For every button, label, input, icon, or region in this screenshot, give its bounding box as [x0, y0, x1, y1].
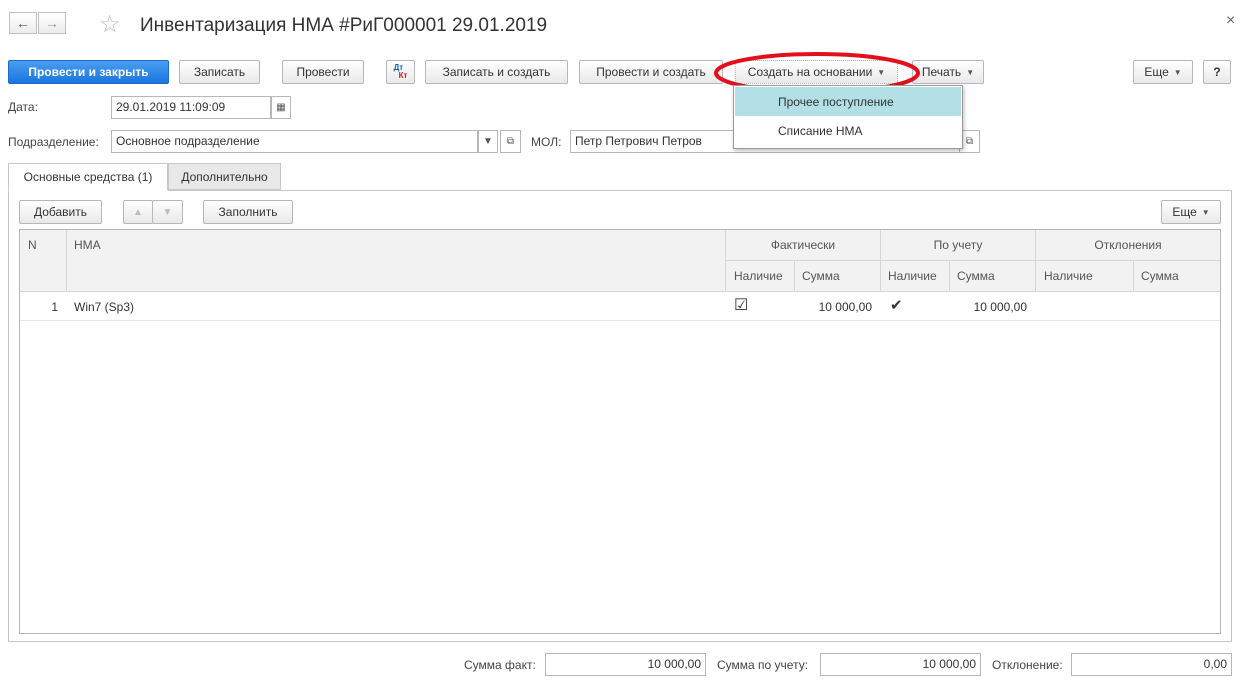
- sum-accounting-label: Сумма по учету:: [717, 658, 809, 672]
- move-up-button[interactable]: ▲: [123, 200, 153, 224]
- sum-fact-field: 10 000,00: [545, 653, 706, 676]
- date-label: Дата:: [8, 100, 38, 114]
- arrow-right-icon: →: [45, 15, 59, 31]
- create-based-on-menu: Прочее поступление Списание НМА: [733, 85, 963, 149]
- subheader-presence[interactable]: Наличие: [734, 269, 783, 283]
- tab-fixed-assets[interactable]: Основные средства (1): [8, 163, 168, 191]
- open-link-icon[interactable]: ⧉: [500, 130, 521, 153]
- arrow-left-icon: ←: [16, 15, 30, 31]
- dt-kt-button[interactable]: Дт Кт: [386, 60, 415, 84]
- move-down-button[interactable]: ▼: [152, 200, 183, 224]
- kt-label: Кт: [398, 71, 408, 80]
- row-number: 1: [51, 300, 58, 314]
- dropdown-arrow-icon[interactable]: ▼: [478, 130, 498, 153]
- save-and-create-button[interactable]: Записать и создать: [425, 60, 568, 84]
- row-actual-sum: 10 000,00: [818, 300, 872, 314]
- forward-button[interactable]: →: [38, 12, 66, 34]
- post-button[interactable]: Провести: [282, 60, 364, 84]
- row-divider: [20, 320, 1220, 321]
- favorite-star-icon[interactable]: ☆: [99, 10, 121, 39]
- save-button[interactable]: Записать: [179, 60, 260, 84]
- subheader-sum[interactable]: Сумма: [1141, 269, 1179, 283]
- division-label: Подразделение:: [8, 135, 99, 149]
- deviation-label: Отклонение:: [992, 658, 1063, 672]
- calendar-icon[interactable]: ▦: [271, 96, 291, 119]
- division-field[interactable]: Основное подразделение: [111, 130, 478, 153]
- mol-label: МОЛ:: [531, 135, 562, 149]
- col-header-deviations[interactable]: Отклонения: [1036, 238, 1220, 252]
- print-label: Печать: [921, 65, 962, 79]
- col-header-actual[interactable]: Фактически: [726, 238, 880, 252]
- dt-kt-icon: Дт Кт: [394, 64, 408, 80]
- subheader-presence[interactable]: Наличие: [1044, 269, 1093, 283]
- menu-item-label: Прочее поступление: [778, 95, 894, 109]
- caret-down-icon: ▼: [966, 67, 975, 77]
- row-acc-sum: 10 000,00: [973, 300, 1027, 314]
- col-header-n[interactable]: N: [28, 238, 37, 252]
- col-divider: [794, 261, 795, 291]
- arrow-up-icon: ▲: [133, 206, 143, 218]
- checkbox-checked-icon[interactable]: ☑: [734, 295, 748, 315]
- menu-item-label: Списание НМА: [778, 124, 863, 138]
- more-label: Еще: [1172, 205, 1197, 219]
- add-button[interactable]: Добавить: [19, 200, 102, 224]
- date-field[interactable]: 29.01.2019 11:09:09: [111, 96, 271, 119]
- caret-down-icon: ▼: [1201, 207, 1210, 217]
- col-divider: [66, 230, 67, 291]
- subheader-divider: [725, 260, 1220, 261]
- tab-additional[interactable]: Дополнительно: [168, 163, 281, 190]
- post-and-create-button[interactable]: Провести и создать: [579, 60, 723, 84]
- checkmark-icon: ✔: [890, 297, 903, 314]
- menu-item-other-receipt[interactable]: Прочее поступление: [735, 87, 961, 116]
- more-button[interactable]: Еще ▼: [1133, 60, 1193, 84]
- deviation-field: 0,00: [1071, 653, 1232, 676]
- fill-button[interactable]: Заполнить: [203, 200, 293, 224]
- sum-accounting-field: 10 000,00: [820, 653, 981, 676]
- page-title: Инвентаризация НМА #РиГ000001 29.01.2019: [140, 15, 548, 36]
- arrow-down-icon: ▼: [162, 206, 173, 218]
- col-divider: [1133, 261, 1134, 291]
- menu-item-nma-writeoff[interactable]: Списание НМА: [735, 117, 961, 146]
- tab-label: Основные средства (1): [23, 170, 153, 184]
- table-row[interactable]: [20, 292, 1220, 320]
- post-and-close-button[interactable]: Провести и закрыть: [8, 60, 169, 84]
- col-divider: [949, 261, 950, 291]
- col-header-accounting[interactable]: По учету: [881, 238, 1035, 252]
- tab-label: Дополнительно: [181, 169, 268, 184]
- subheader-sum[interactable]: Сумма: [802, 269, 840, 283]
- back-button[interactable]: ←: [9, 12, 37, 34]
- help-button[interactable]: ?: [1203, 60, 1231, 84]
- subheader-presence[interactable]: Наличие: [888, 269, 937, 283]
- col-header-nma[interactable]: НМА: [74, 238, 101, 252]
- table-more-button[interactable]: Еще ▼: [1161, 200, 1221, 224]
- sum-fact-label: Сумма факт:: [464, 658, 536, 672]
- caret-down-icon: ▼: [1173, 67, 1182, 77]
- subheader-sum[interactable]: Сумма: [957, 269, 995, 283]
- row-nma-name: Win7 (Sp3): [74, 300, 135, 314]
- more-label: Еще: [1144, 65, 1169, 79]
- close-icon[interactable]: ×: [1226, 12, 1235, 30]
